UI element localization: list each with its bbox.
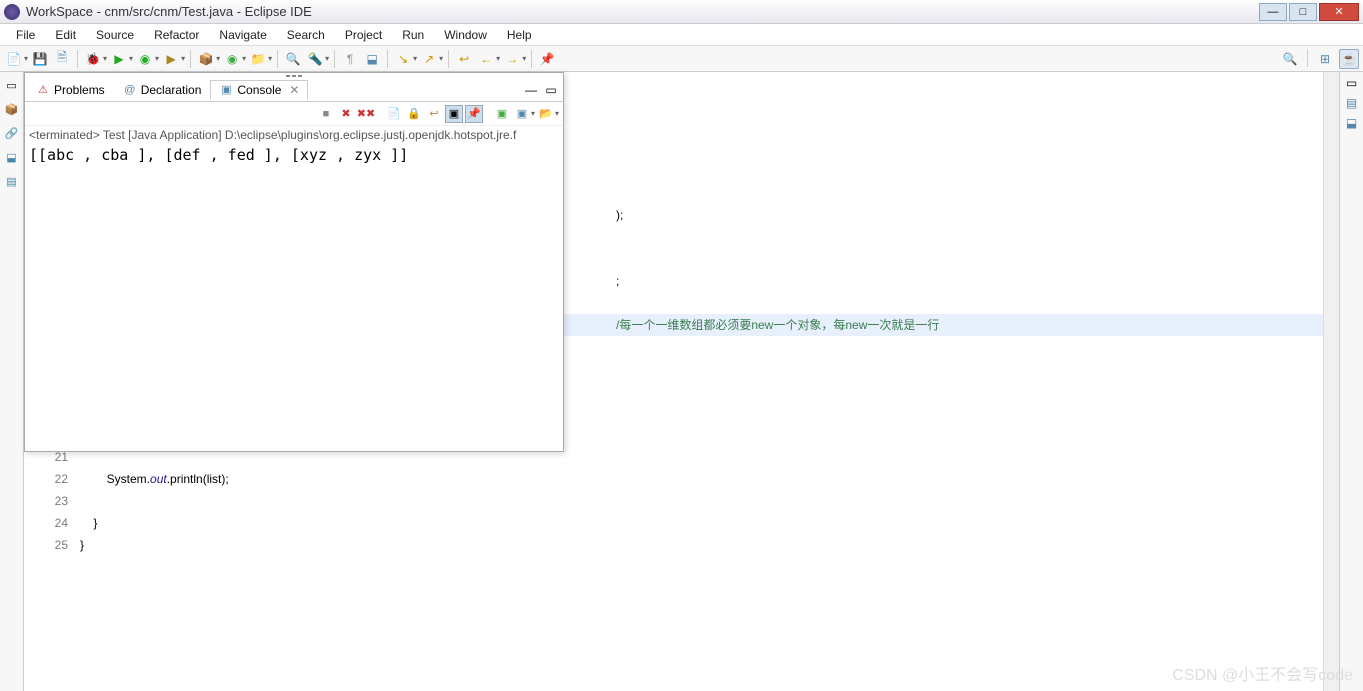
- fav-icon[interactable]: ⬓: [3, 148, 21, 166]
- pin-console-button[interactable]: 📌: [465, 105, 483, 123]
- declaration-icon: @: [123, 83, 137, 97]
- problems-icon: ⚠: [36, 83, 50, 97]
- newfolder-drop[interactable]: ▾: [268, 54, 272, 63]
- save-button[interactable]: 💾: [30, 49, 50, 69]
- left-trim-stack: ▭ 📦 🔗 ⬓ ▤: [0, 72, 24, 691]
- coverage-button[interactable]: ◉: [135, 49, 155, 69]
- java-perspective[interactable]: ☕: [1339, 49, 1359, 69]
- menu-source[interactable]: Source: [86, 26, 144, 44]
- new-drop[interactable]: ▾: [24, 54, 28, 63]
- close-tab-icon[interactable]: ✕: [289, 83, 299, 97]
- fwd-button[interactable]: →: [502, 49, 522, 69]
- remove-launch-button[interactable]: ✖: [337, 105, 355, 123]
- scroll-lock-button[interactable]: 🔒: [405, 105, 423, 123]
- runext-button[interactable]: ▶: [161, 49, 181, 69]
- terminate-button[interactable]: ■: [317, 105, 335, 123]
- next-ann-button[interactable]: ↘: [393, 49, 413, 69]
- type-hier-icon[interactable]: 🔗: [3, 124, 21, 142]
- view-min-icon[interactable]: —: [521, 80, 541, 100]
- coverage-drop[interactable]: ▾: [155, 54, 159, 63]
- console-icon: ▣: [219, 83, 233, 97]
- editor-scrollbar[interactable]: [1323, 72, 1339, 691]
- menubar: File Edit Source Refactor Navigate Searc…: [0, 24, 1363, 46]
- new-console-button[interactable]: 📂: [537, 105, 555, 123]
- newclass-drop[interactable]: ▾: [242, 54, 246, 63]
- debug-button[interactable]: 🐞: [83, 49, 103, 69]
- menu-edit[interactable]: Edit: [45, 26, 86, 44]
- outline-icon[interactable]: ▤: [3, 172, 21, 190]
- remove-all-button[interactable]: ✖✖: [357, 105, 375, 123]
- console-launch-label: <terminated> Test [Java Application] D:\…: [25, 126, 563, 144]
- search-drop[interactable]: ▾: [325, 54, 329, 63]
- menu-help[interactable]: Help: [497, 26, 542, 44]
- menu-refactor[interactable]: Refactor: [144, 26, 209, 44]
- new-button[interactable]: 📄: [4, 49, 24, 69]
- open-console-button[interactable]: ▣: [493, 105, 511, 123]
- console-output[interactable]: [[abc , cba ], [def , fed ], [xyz , zyx …: [25, 144, 563, 451]
- prev-ann-button[interactable]: ↗: [419, 49, 439, 69]
- open-perspective[interactable]: ⊞: [1315, 49, 1335, 69]
- run-drop[interactable]: ▾: [129, 54, 133, 63]
- menu-project[interactable]: Project: [335, 26, 392, 44]
- minimize-button[interactable]: —: [1259, 3, 1287, 21]
- restore-right-icon[interactable]: ▭: [1346, 76, 1357, 90]
- display-console-button[interactable]: ▣: [513, 105, 531, 123]
- main-toolbar: 📄▾ 💾 🗎 🐞▾ ▶▾ ◉▾ ▶▾ 📦▾ ◉▾ 📁▾ 🔍 🔦▾ ¶ ⬓ ↘▾ …: [0, 46, 1363, 72]
- search-button[interactable]: 🔦: [305, 49, 325, 69]
- newfolder-button[interactable]: 📁: [248, 49, 268, 69]
- opentype-button[interactable]: 🔍: [283, 49, 303, 69]
- outline-right-icon[interactable]: ⬓: [1346, 116, 1357, 130]
- menu-file[interactable]: File: [6, 26, 45, 44]
- show-console-button[interactable]: ▣: [445, 105, 463, 123]
- newpkg-drop[interactable]: ▾: [216, 54, 220, 63]
- toggle-button[interactable]: ⬓: [362, 49, 382, 69]
- quick-access[interactable]: 🔍: [1280, 49, 1300, 69]
- tab-declaration[interactable]: @Declaration: [114, 80, 211, 100]
- saveall-button[interactable]: 🗎: [52, 49, 72, 69]
- pkg-explorer-icon[interactable]: 📦: [3, 100, 21, 118]
- run-button[interactable]: ▶: [109, 49, 129, 69]
- word-wrap-button[interactable]: ↩: [425, 105, 443, 123]
- back-button[interactable]: ←: [476, 49, 496, 69]
- menu-navigate[interactable]: Navigate: [209, 26, 276, 44]
- close-button[interactable]: ✕: [1319, 3, 1359, 21]
- window-titlebar: WorkSpace - cnm/src/cnm/Test.java - Ecli…: [0, 0, 1363, 24]
- tab-console[interactable]: ▣Console✕: [210, 80, 308, 100]
- runext-drop[interactable]: ▾: [181, 54, 185, 63]
- newclass-button[interactable]: ◉: [222, 49, 242, 69]
- view-max-icon[interactable]: ▭: [541, 80, 561, 100]
- pin-button[interactable]: 📌: [537, 49, 557, 69]
- menu-window[interactable]: Window: [434, 26, 497, 44]
- window-title: WorkSpace - cnm/src/cnm/Test.java - Ecli…: [26, 4, 1257, 19]
- debug-drop[interactable]: ▾: [103, 54, 107, 63]
- tab-problems[interactable]: ⚠Problems: [27, 80, 114, 100]
- restore-icon[interactable]: ▭: [3, 76, 21, 94]
- last-edit-button[interactable]: ↩: [454, 49, 474, 69]
- eclipse-icon: [4, 4, 20, 20]
- tasklist-icon[interactable]: ▤: [1346, 96, 1357, 110]
- right-trim-stack: ▭ ▤ ⬓: [1339, 72, 1363, 691]
- maximize-button[interactable]: □: [1289, 3, 1317, 21]
- console-view: ⚠Problems @Declaration ▣Console✕ — ▭ ■ ✖…: [24, 72, 564, 452]
- clear-button[interactable]: 📄: [385, 105, 403, 123]
- newpkg-button[interactable]: 📦: [196, 49, 216, 69]
- menu-run[interactable]: Run: [392, 26, 434, 44]
- menu-search[interactable]: Search: [277, 26, 335, 44]
- annotate-button[interactable]: ¶: [340, 49, 360, 69]
